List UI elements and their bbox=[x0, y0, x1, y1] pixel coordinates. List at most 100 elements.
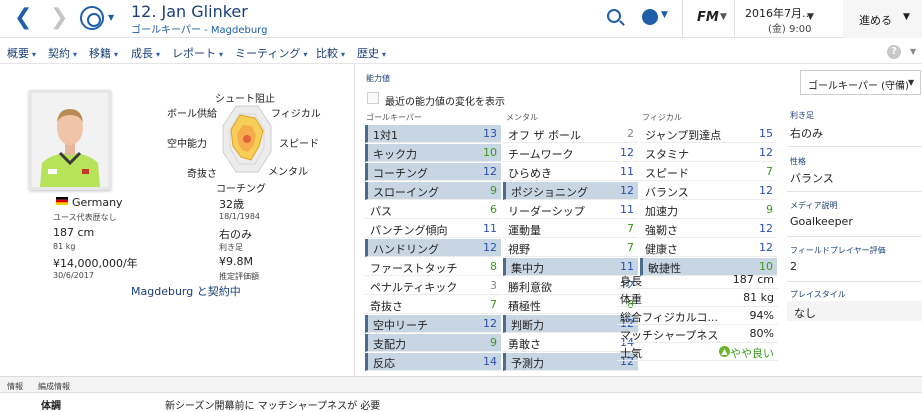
goalkeeping-attr-row[interactable]: スローイング 9 bbox=[365, 182, 501, 200]
physical-attr-row[interactable]: バランス 12 bbox=[640, 182, 777, 200]
physical-attr-value: 12 bbox=[759, 184, 773, 197]
globe-icon[interactable] bbox=[642, 9, 658, 25]
menu-transfer[interactable]: 移籍 ▾ bbox=[89, 45, 118, 61]
goalkeeping-attr-name: 空中リーチ bbox=[373, 319, 428, 332]
physical-attr-value: 9 bbox=[766, 203, 773, 216]
mental-attr-row[interactable]: ポジショニング 12 bbox=[503, 182, 638, 200]
chevron-down-icon[interactable]: ▼ bbox=[807, 12, 814, 22]
mental-attr-name: 勇敢さ bbox=[508, 338, 541, 351]
back-arrow-icon[interactable]: ❮ bbox=[14, 5, 32, 30]
show-changes-label[interactable]: 最近の能力値の変化を表示 bbox=[385, 93, 505, 108]
chevron-down-icon[interactable]: ▼ bbox=[903, 12, 910, 22]
search-icon[interactable] bbox=[607, 9, 621, 23]
continue-label: 進める bbox=[859, 14, 892, 27]
goalkeeping-attr-row[interactable]: 支配力 9 bbox=[365, 334, 501, 352]
mental-attr-row[interactable]: チームワーク 12 bbox=[503, 144, 638, 162]
tab-info[interactable]: 情報 bbox=[7, 381, 23, 392]
mental-attr-row[interactable]: オフ ザ ボール 2 bbox=[503, 125, 638, 143]
mental-attr-value: 11 bbox=[620, 203, 634, 216]
mental-attr-value: 11 bbox=[620, 165, 634, 178]
mental-attr-row[interactable]: ひらめき 11 bbox=[503, 163, 638, 181]
goalkeeping-attr-row[interactable]: 空中リーチ 12 bbox=[365, 315, 501, 333]
radar-label-eccentricity: 奇抜さ bbox=[187, 169, 217, 180]
menu-reports[interactable]: レポート ▾ bbox=[172, 45, 223, 61]
contract-end: 30/6/2017 bbox=[53, 271, 95, 280]
player-position-club[interactable]: ゴールキーパー - Magdeburg bbox=[131, 21, 267, 36]
estimated-value-label: 推定評価額 bbox=[219, 272, 259, 281]
menu-overview[interactable]: 概要 ▾ bbox=[7, 45, 36, 61]
top-bar: ❮ ❯ ▼ 12. Jan Glinker ゴールキーパー - Magdebur… bbox=[0, 0, 922, 38]
chevron-down-icon[interactable]: ▼ bbox=[661, 10, 668, 20]
goalkeeping-attr-row[interactable]: キック力 10 bbox=[365, 144, 501, 162]
physical-attr-name: 加速力 bbox=[645, 205, 678, 218]
goalkeeping-attr-row[interactable]: コーチング 12 bbox=[365, 163, 501, 181]
stat-value: 81 kg bbox=[743, 291, 774, 304]
goalkeeping-attr-row[interactable]: ハンドリング 12 bbox=[365, 239, 501, 257]
mental-attr-value: 7 bbox=[627, 241, 634, 254]
physical-attr-row[interactable]: スタミナ 12 bbox=[640, 144, 777, 162]
mental-attr-value: 12 bbox=[620, 146, 634, 159]
media-description-heading: メディア説明 bbox=[790, 201, 838, 210]
divider bbox=[354, 64, 355, 376]
menu-contract[interactable]: 契約 ▾ bbox=[48, 45, 77, 61]
chevron-down-icon[interactable]: ▼ bbox=[910, 47, 916, 56]
menu-compare[interactable]: 比較 ▾ bbox=[316, 45, 345, 61]
tab-squad-info[interactable]: 編成情報 bbox=[38, 381, 70, 392]
show-changes-checkbox[interactable] bbox=[367, 92, 379, 104]
mental-attr-row[interactable]: リーダーシップ 11 bbox=[503, 201, 638, 219]
goalkeeping-attr-name: 奇抜さ bbox=[370, 300, 403, 313]
goalkeeping-attr-row[interactable]: ファーストタッチ 8 bbox=[365, 258, 501, 276]
goalkeeping-attr-name: パス bbox=[370, 205, 392, 218]
goalkeeping-attr-row[interactable]: パンチング傾向 11 bbox=[365, 220, 501, 238]
player-portrait-image bbox=[32, 93, 108, 187]
estimated-value: ¥9.8M bbox=[219, 255, 253, 268]
physical-attr-value: 12 bbox=[759, 222, 773, 235]
mental-attr-name: 集中力 bbox=[511, 262, 544, 275]
forward-arrow-icon[interactable]: ❯ bbox=[50, 5, 68, 30]
radar-label-mental: メンタル bbox=[268, 167, 308, 178]
condition-row bbox=[0, 392, 922, 410]
fm-logo[interactable]: FM bbox=[697, 10, 719, 25]
menu-meetings[interactable]: ミーティング ▾ bbox=[235, 45, 307, 61]
mental-attr-name: ひらめき bbox=[508, 167, 552, 180]
physical-attr-value: 12 bbox=[759, 241, 773, 254]
wage[interactable]: ¥14,000,000/年 bbox=[53, 255, 138, 271]
stat-name: 身長 bbox=[620, 275, 642, 288]
mental-attr-row[interactable]: 視野 7 bbox=[503, 239, 638, 257]
goalkeeping-attr-name: コーチング bbox=[373, 167, 428, 180]
mental-attr-name: チームワーク bbox=[508, 148, 574, 161]
menu-development[interactable]: 成長 ▾ bbox=[131, 45, 160, 61]
preferred-foot-value: 右のみ bbox=[790, 127, 823, 140]
stat-row: 総合フィジカルコ... 94% bbox=[617, 307, 778, 325]
goalkeeping-attr-row[interactable]: 1対1 13 bbox=[365, 125, 501, 143]
goalkeeping-attr-row[interactable]: 反応 14 bbox=[365, 353, 501, 371]
goalkeeping-attr-value: 9 bbox=[490, 184, 497, 197]
outfield-rating-heading: フィールドプレイヤー評価 bbox=[790, 246, 886, 255]
position-role-dropdown[interactable]: ゴールキーパー (守備) ▼ bbox=[800, 70, 921, 95]
position-role-label: ゴールキーパー (守備) bbox=[808, 81, 909, 92]
menu-history[interactable]: 歴史 ▾ bbox=[357, 45, 386, 61]
goalkeeping-attr-value: 10 bbox=[483, 146, 497, 159]
physical-attr-row[interactable]: 健康さ 12 bbox=[640, 239, 777, 257]
physical-attr-row[interactable]: 強靭さ 12 bbox=[640, 220, 777, 238]
physical-attr-value: 7 bbox=[766, 165, 773, 178]
continue-button[interactable]: 進める ▼ bbox=[843, 0, 922, 38]
chevron-down-icon[interactable]: ▼ bbox=[720, 12, 727, 22]
physical-attr-row[interactable]: 加速力 9 bbox=[640, 201, 777, 219]
physical-attr-row[interactable]: ジャンプ到達点 15 bbox=[640, 125, 777, 143]
help-icon[interactable]: ? bbox=[887, 45, 901, 59]
goalkeeping-attr-row[interactable]: 奇抜さ 7 bbox=[365, 296, 501, 314]
nationality[interactable]: Germany bbox=[72, 196, 123, 209]
game-date[interactable]: 2016年7月... bbox=[745, 5, 812, 21]
mental-attr-row[interactable]: 運動量 7 bbox=[503, 220, 638, 238]
goalkeeping-attr-name: スローイング bbox=[373, 186, 439, 199]
contract-status-link[interactable]: Magdeburg と契約中 bbox=[131, 283, 241, 299]
physical-attr-name: スタミナ bbox=[645, 148, 689, 161]
goalkeeping-attr-row[interactable]: ペナルティキック 3 bbox=[365, 277, 501, 295]
radar-label-shot-stopping: シュート阻止 bbox=[215, 94, 275, 105]
club-badge-icon[interactable] bbox=[80, 6, 104, 30]
goalkeeping-attr-row[interactable]: パス 6 bbox=[365, 201, 501, 219]
goalkeeping-attr-value: 8 bbox=[490, 260, 497, 273]
physical-attr-row[interactable]: スピード 7 bbox=[640, 163, 777, 181]
club-menu-chevron-icon[interactable]: ▼ bbox=[108, 13, 114, 22]
